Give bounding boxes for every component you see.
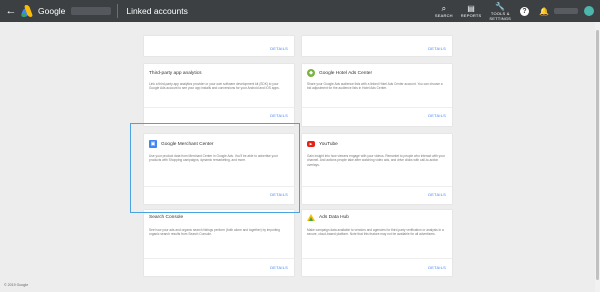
- card-title: Ads Data Hub: [319, 214, 349, 220]
- youtube-icon: ▶: [307, 141, 315, 147]
- scrollbar-thumb[interactable]: [596, 30, 599, 280]
- card-google-hotel-ads-center: ◆ Google Hotel Ads Center Share your Goo…: [302, 64, 452, 126]
- card-youtube: ▶ YouTube Gain insight into how viewers …: [302, 134, 452, 204]
- notifications-bell-icon[interactable]: 🔔: [539, 7, 549, 16]
- reports-button[interactable]: ▤ REPORTS: [461, 0, 482, 22]
- ads-data-hub-icon: [307, 213, 315, 221]
- card-divider: [144, 107, 294, 108]
- card-divider: [302, 258, 452, 259]
- details-button[interactable]: DETAILS: [428, 265, 446, 270]
- card-description: Share your Google Ads audience lists wit…: [307, 82, 443, 91]
- reports-label: REPORTS: [460, 13, 482, 18]
- wrench-icon: 🔧: [495, 1, 506, 11]
- card-ads-data-hub: Ads Data Hub Make campaign data availabl…: [302, 210, 452, 276]
- card-description: Make campaign data available to vendors …: [307, 228, 444, 237]
- card-top-left: DETAILS: [144, 36, 294, 56]
- tools-settings-button[interactable]: 🔧 TOOLS & SETTINGS: [489, 0, 511, 22]
- google-ads-logo-icon: [20, 5, 34, 17]
- search-label: SEARCH: [434, 13, 453, 18]
- details-button[interactable]: DETAILS: [428, 113, 446, 118]
- top-app-bar: ← Google Linked accounts ⌕ SEARCH ▤ REPO…: [0, 0, 600, 22]
- card-title: YouTube: [319, 141, 338, 147]
- details-button[interactable]: DETAILS: [270, 265, 288, 270]
- reports-icon: ▤: [467, 4, 475, 13]
- details-button[interactable]: DETAILS: [270, 113, 288, 118]
- card-search-console: Search Console See how your ads and orga…: [144, 210, 294, 276]
- details-button[interactable]: DETAILS: [428, 46, 446, 51]
- selection-highlight: [130, 123, 300, 213]
- card-title: Search Console: [149, 214, 184, 220]
- card-top-right: DETAILS: [302, 36, 452, 56]
- details-button[interactable]: DETAILS: [270, 46, 288, 51]
- page-title: Linked accounts: [126, 6, 188, 16]
- card-third-party-app-analytics: Third-party app analytics Link a third-p…: [144, 64, 294, 126]
- card-divider: [302, 107, 452, 108]
- card-divider: [302, 186, 452, 187]
- card-description: See how your ads and organic search list…: [149, 228, 280, 237]
- details-button[interactable]: DETAILS: [428, 192, 446, 197]
- hotel-ads-icon: ◆: [307, 69, 315, 77]
- card-divider: [144, 258, 294, 259]
- card-description: Gain insight into how viewers engage wit…: [307, 154, 445, 167]
- logo-text: Google: [38, 6, 66, 16]
- card-title: Third-party app analytics: [149, 70, 202, 76]
- copyright-footer: © 2019 Google: [4, 283, 29, 287]
- search-icon: ⌕: [441, 4, 447, 13]
- search-button[interactable]: ⌕ SEARCH: [435, 0, 453, 22]
- google-ads-logo[interactable]: Google: [20, 5, 66, 17]
- settings-label: SETTINGS: [489, 15, 512, 21]
- title-divider: [117, 4, 119, 18]
- help-icon[interactable]: ?: [520, 6, 530, 16]
- user-email-redacted: [554, 8, 578, 14]
- back-arrow-icon[interactable]: ←: [4, 0, 18, 22]
- card-title: Google Hotel Ads Center: [319, 70, 373, 76]
- account-name-redacted: [71, 7, 112, 15]
- avatar[interactable]: [584, 6, 594, 16]
- card-description: Link a third-party app analytics provide…: [149, 82, 280, 91]
